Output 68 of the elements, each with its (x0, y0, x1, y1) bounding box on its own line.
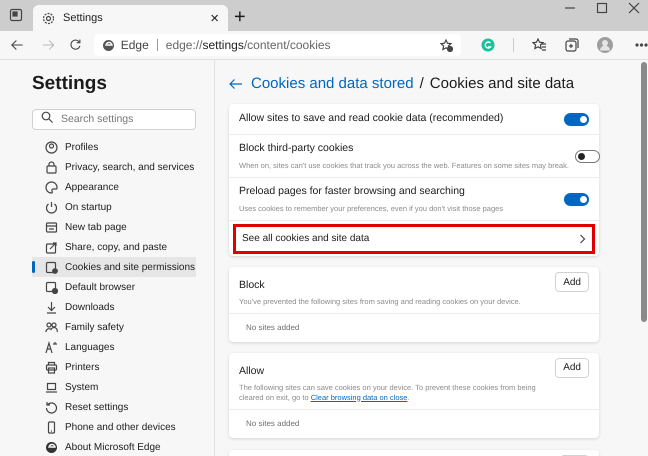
laptop-icon (45, 380, 58, 394)
new-tab-button[interactable]: + (234, 7, 246, 27)
sidebar-item[interactable]: Languages (32, 337, 196, 357)
site-label: Edge (120, 37, 149, 54)
section-title: Allow (239, 364, 266, 379)
sidebar-title: Settings (32, 72, 108, 96)
sidebar-item[interactable]: Phone and other devices (32, 417, 196, 437)
page-title: Cookies and site data (430, 74, 574, 94)
download-icon (45, 300, 58, 314)
sidebar-item[interactable]: Printers (32, 357, 196, 377)
toggle-switch[interactable] (564, 112, 589, 126)
maximize-icon[interactable] (596, 2, 608, 14)
sidebar-item[interactable]: Family safety (32, 317, 196, 337)
sidebar-item[interactable]: Appearance (32, 177, 196, 197)
sidebar-item[interactable]: Cookies and site permissions (32, 257, 196, 277)
star-plus-icon[interactable] (440, 38, 453, 52)
close-icon[interactable] (628, 2, 640, 14)
gear-icon (42, 12, 55, 24)
sidebar-item[interactable]: Reset settings (32, 397, 196, 417)
person-circle-icon (45, 140, 58, 154)
breadcrumb-separator: / (420, 74, 424, 94)
setting-label: Allow sites to save and read cookie data (recommended) (239, 111, 504, 126)
favorites-icon[interactable] (532, 38, 547, 52)
back-icon[interactable] (10, 38, 25, 52)
sidebar-item[interactable]: Share, copy, and paste (32, 237, 196, 257)
breadcrumb-link[interactable]: Cookies and data stored (251, 72, 414, 96)
palette-icon (45, 180, 58, 194)
scrollbar-thumb[interactable] (641, 62, 647, 322)
setting-label: Preload pages for faster browsing and searching (239, 184, 466, 199)
more-icon[interactable] (634, 43, 648, 47)
sidebar-item[interactable]: Profiles (32, 137, 196, 157)
setting-label: Block third-party cookies (239, 141, 354, 156)
people-icon (45, 320, 58, 334)
toggle-switch[interactable] (564, 192, 589, 206)
section-title: Block (239, 278, 266, 293)
browser-tab[interactable]: Settings × (33, 5, 228, 31)
sidebar-item[interactable]: Downloads (32, 297, 196, 317)
reset-icon (45, 400, 58, 414)
phone-icon (45, 420, 58, 434)
add-button[interactable]: Add (555, 272, 589, 292)
power-icon (45, 200, 58, 214)
empty-list-text: No sites added (229, 408, 599, 438)
sidebar-item[interactable]: Privacy, search, and services (32, 157, 196, 177)
window-icon (45, 220, 58, 234)
close-tab-button[interactable]: × (210, 10, 219, 26)
sidebar-item[interactable]: About Microsoft Edge (32, 437, 196, 456)
search-icon (41, 111, 53, 123)
url-text: edge://settings/content/cookies (166, 37, 332, 54)
language-icon (45, 340, 58, 354)
see-all-cookies-link[interactable]: See all cookies and site data (233, 224, 595, 254)
refresh-icon[interactable] (69, 38, 82, 52)
tab-title: Settings (63, 10, 104, 26)
printer-icon (45, 360, 58, 374)
back-arrow-icon[interactable] (229, 78, 243, 90)
share-icon (45, 240, 58, 254)
sidebar-item[interactable]: On startup (32, 197, 196, 217)
sidebar-item[interactable]: New tab page (32, 217, 196, 237)
address-field[interactable]: Edge edge://settings/content/cookies (94, 34, 461, 56)
collections-icon[interactable] (564, 38, 579, 52)
tab-actions-icon[interactable] (9, 8, 23, 22)
chevron-right-icon (579, 234, 586, 244)
add-button[interactable]: Add (555, 358, 589, 378)
sidebar-item[interactable]: Default browser (32, 277, 196, 297)
search-field[interactable]: Search settings (32, 108, 196, 130)
empty-list-text: No sites added (229, 312, 599, 342)
toggle-switch[interactable] (574, 150, 600, 162)
lock-icon (45, 160, 58, 174)
sidebar-item[interactable]: System (32, 377, 196, 397)
